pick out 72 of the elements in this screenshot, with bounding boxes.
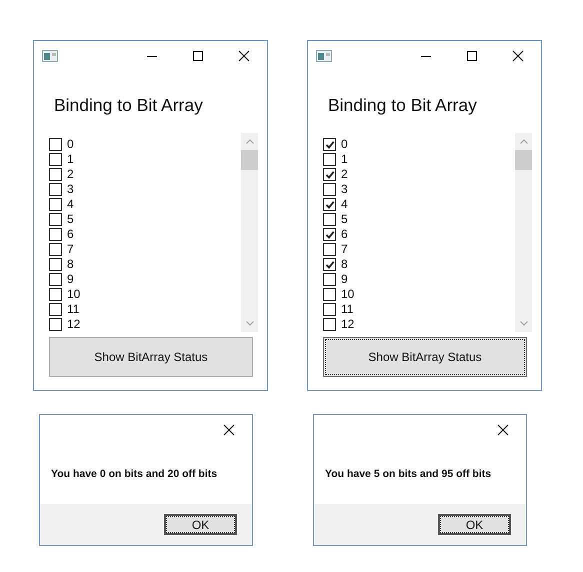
checkbox[interactable] xyxy=(49,168,62,181)
checkbox-label: 9 xyxy=(67,273,74,286)
checkbox-label: 4 xyxy=(67,198,74,211)
checkbox[interactable] xyxy=(49,273,62,286)
close-icon[interactable] xyxy=(223,424,235,436)
checkbox[interactable] xyxy=(323,153,336,166)
maximize-icon[interactable] xyxy=(466,50,478,62)
checkbox[interactable] xyxy=(323,243,336,256)
app-icon xyxy=(42,50,58,62)
checkbox-label: 10 xyxy=(67,288,80,301)
checkbox[interactable] xyxy=(323,138,336,151)
app-icon xyxy=(316,50,332,62)
scrollbar[interactable] xyxy=(241,133,258,332)
checkbox[interactable] xyxy=(323,168,336,181)
scrollbar-thumb[interactable] xyxy=(241,150,258,170)
checkbox[interactable] xyxy=(323,213,336,226)
checkbox-label: 7 xyxy=(341,243,348,256)
checkbox[interactable] xyxy=(323,303,336,316)
checkbox[interactable] xyxy=(323,318,336,331)
checkbox[interactable] xyxy=(49,183,62,196)
scrollbar-thumb[interactable] xyxy=(515,150,532,170)
checkbox-label: 7 xyxy=(67,243,74,256)
ok-button[interactable]: OK xyxy=(164,514,237,535)
dialog-message: You have 0 on bits and 20 off bits xyxy=(51,468,218,482)
checkbox-label: 12 xyxy=(341,318,354,331)
window-heading: Binding to Bit Array xyxy=(328,94,478,117)
checkbox-label: 12 xyxy=(67,318,80,331)
close-icon[interactable] xyxy=(238,50,250,62)
checkbox[interactable] xyxy=(323,198,336,211)
checkbox[interactable] xyxy=(49,198,62,211)
checkbox-label: 3 xyxy=(67,183,74,196)
show-status-button[interactable]: Show BitArray Status xyxy=(323,337,527,377)
checkbox-label: 2 xyxy=(341,168,348,181)
checkbox-label: 4 xyxy=(341,198,348,211)
checkbox[interactable] xyxy=(49,243,62,256)
checkbox-label: 10 xyxy=(341,288,354,301)
checkbox-label: 9 xyxy=(341,273,348,286)
dialog-message: You have 5 on bits and 95 off bits xyxy=(325,468,492,482)
checkbox[interactable] xyxy=(323,183,336,196)
ok-button[interactable]: OK xyxy=(438,514,511,535)
checkbox[interactable] xyxy=(49,288,62,301)
checkbox[interactable] xyxy=(49,213,62,226)
show-status-button[interactable]: Show BitArray Status xyxy=(49,337,253,377)
checkbox-label: 5 xyxy=(341,213,348,226)
checkbox-label: 1 xyxy=(67,153,74,166)
checkbox[interactable] xyxy=(49,258,62,271)
checkbox[interactable] xyxy=(323,288,336,301)
window-heading: Binding to Bit Array xyxy=(54,94,204,117)
checkbox-label: 6 xyxy=(67,228,74,241)
checkbox-label: 8 xyxy=(341,258,348,271)
checkbox[interactable] xyxy=(49,153,62,166)
checkbox[interactable] xyxy=(323,258,336,271)
checkbox-label: 8 xyxy=(67,258,74,271)
checkbox-label: 6 xyxy=(341,228,348,241)
checkbox-label: 2 xyxy=(67,168,74,181)
checkbox-label: 11 xyxy=(341,303,354,316)
checkbox[interactable] xyxy=(49,138,62,151)
checkbox-label: 1 xyxy=(341,153,348,166)
checkbox[interactable] xyxy=(49,228,62,241)
checkbox[interactable] xyxy=(49,318,62,331)
checkbox[interactable] xyxy=(323,273,336,286)
checkbox-label: 11 xyxy=(67,303,80,316)
close-icon[interactable] xyxy=(512,50,524,62)
checkbox[interactable] xyxy=(49,303,62,316)
checkbox-label: 5 xyxy=(67,213,74,226)
scrollbar[interactable] xyxy=(515,133,532,332)
checkbox-label: 0 xyxy=(341,138,348,151)
checkbox-label: 0 xyxy=(67,138,74,151)
checkbox[interactable] xyxy=(323,228,336,241)
checkbox-label: 3 xyxy=(341,183,348,196)
maximize-icon[interactable] xyxy=(192,50,204,62)
close-icon[interactable] xyxy=(497,424,509,436)
